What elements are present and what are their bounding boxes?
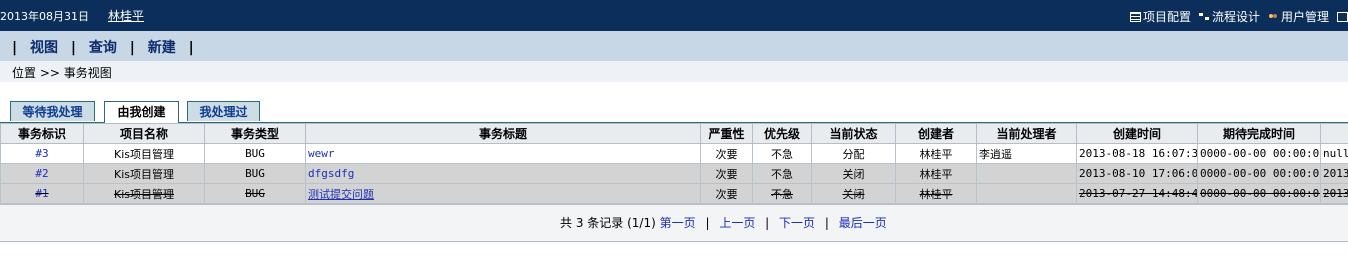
flow-icon: [1198, 12, 1210, 22]
issue-id-link[interactable]: #2: [35, 167, 48, 180]
col-header-priority[interactable]: 优先级: [752, 123, 812, 144]
menu-user-management-label: 用户管理: [1280, 10, 1329, 24]
cell-created-time: 2013-08-10 17:06:02: [1076, 163, 1198, 184]
issue-title-link[interactable]: wewr: [308, 147, 335, 160]
cell-status: 关闭: [811, 183, 896, 204]
table-row: #1 Kis项目管理 BUG 测试提交问题 次要 不急 关闭 林桂平 2013-…: [0, 183, 1348, 204]
cell-title[interactable]: wewr: [305, 143, 701, 164]
breadcrumb: 位置 >> 事务视图: [0, 61, 1348, 82]
nav-separator: |: [70, 40, 76, 56]
menu-project-config[interactable]: 项目配置: [1129, 8, 1191, 25]
col-header-type[interactable]: 事务类型: [204, 123, 306, 144]
cell-priority: 不急: [752, 163, 812, 184]
pagination-bar: 共 3 条记录 (1/1) 第一页 | 上一页 | 下一页 | 最后一页: [0, 204, 1348, 242]
cell-expected-time: 0000-00-00 00:00:00: [1197, 163, 1321, 184]
cell-title[interactable]: 测试提交问题: [305, 183, 701, 204]
col-header-severity[interactable]: 严重性: [700, 123, 753, 144]
menu-flow-design[interactable]: 流程设计: [1198, 8, 1260, 25]
next-page-link[interactable]: 下一页: [779, 216, 815, 230]
cell-severity: 次要: [700, 183, 753, 204]
cell-severity: 次要: [700, 143, 753, 164]
current-date: 2013年08月31日: [0, 10, 89, 23]
config-icon: [1129, 11, 1141, 22]
issue-title-link[interactable]: dfgsdfg: [308, 167, 354, 180]
pager-divider: |: [824, 216, 829, 230]
table-header-row: 事务标识 项目名称 事务类型 事务标题 严重性 优先级 当前状态 创建者 当前处…: [0, 123, 1348, 144]
col-header-id[interactable]: 事务标识: [0, 123, 84, 144]
top-header-bar: 2013年08月31日 林桂平 项目配置 流程设计 用户管理: [0, 0, 1348, 31]
cell-project: Kis项目管理: [83, 183, 205, 204]
table-row: #2 Kis项目管理 BUG dfgsdfg 次要 不急 关闭 林桂平 2013…: [0, 163, 1348, 184]
current-user-link[interactable]: 林桂平: [108, 7, 144, 24]
cell-severity: 次要: [700, 163, 753, 184]
nav-separator: |: [129, 40, 135, 56]
col-header-project[interactable]: 项目名称: [83, 123, 205, 144]
issue-table: 事务标识 项目名称 事务类型 事务标题 严重性 优先级 当前状态 创建者 当前处…: [0, 123, 1348, 204]
breadcrumb-text: 位置 >> 事务视图: [12, 66, 112, 80]
cell-type: BUG: [204, 143, 306, 164]
col-header-extra: [1320, 123, 1348, 144]
issue-title-link[interactable]: 测试提交问题: [308, 188, 374, 201]
cell-creator: 林桂平: [895, 143, 977, 164]
menu-user-management[interactable]: 用户管理: [1268, 8, 1329, 25]
pager-divider: |: [705, 216, 710, 230]
tab-waiting-for-me[interactable]: 等待我处理: [10, 101, 95, 121]
cell-priority: 不急: [752, 183, 812, 204]
issue-id-link[interactable]: #1: [35, 187, 48, 200]
cell-expected-time: 0000-00-00 00:00:00: [1197, 143, 1321, 164]
tab-handled-by-me[interactable]: 我处理过: [187, 101, 260, 121]
last-page-link[interactable]: 最后一页: [839, 216, 887, 230]
cell-id[interactable]: #3: [0, 143, 84, 164]
cell-id[interactable]: #1: [0, 183, 84, 204]
col-header-handler[interactable]: 当前处理者: [976, 123, 1077, 144]
nav-bar: | 视图 | 查询 | 新建 |: [0, 31, 1348, 61]
cell-project: Kis项目管理: [83, 163, 205, 184]
cell-handler: 李逍遥: [976, 143, 1077, 164]
nav-separator: |: [188, 40, 194, 56]
cell-status: 关闭: [811, 163, 896, 184]
pagination-summary: 共 3 条记录 (1/1): [560, 216, 656, 230]
cell-extra: 2013-: [1320, 183, 1348, 204]
col-header-creator[interactable]: 创建者: [895, 123, 977, 144]
cell-extra: 2013-: [1320, 163, 1348, 184]
menu-project-config-label: 项目配置: [1142, 10, 1191, 24]
exit-icon: [1337, 11, 1348, 22]
col-header-expected-time[interactable]: 期待完成时间: [1197, 123, 1321, 144]
cell-title[interactable]: dfgsdfg: [305, 163, 701, 184]
nav-view[interactable]: 视图: [30, 40, 58, 56]
issue-id-link[interactable]: #3: [35, 147, 48, 160]
users-icon: [1268, 12, 1279, 22]
cell-type: BUG: [204, 183, 306, 204]
top-menu: 项目配置 流程设计 用户管理: [1129, 8, 1348, 25]
cell-creator: 林桂平: [895, 183, 977, 204]
table-row: #3 Kis项目管理 BUG wewr 次要 不急 分配 林桂平 李逍遥 201…: [0, 143, 1348, 164]
tab-created-by-me[interactable]: 由我创建: [104, 101, 179, 123]
col-header-status[interactable]: 当前状态: [811, 123, 896, 144]
cell-status: 分配: [811, 143, 896, 164]
nav-new[interactable]: 新建: [148, 40, 176, 56]
prev-page-link[interactable]: 上一页: [719, 216, 755, 230]
col-header-created-time[interactable]: 创建时间: [1076, 123, 1198, 144]
nav-query[interactable]: 查询: [89, 40, 117, 56]
menu-exit[interactable]: [1337, 8, 1348, 25]
tab-strip: 等待我处理 由我创建 我处理过: [0, 101, 1348, 124]
cell-project: Kis项目管理: [83, 143, 205, 164]
cell-id[interactable]: #2: [0, 163, 84, 184]
cell-handler: [976, 163, 1077, 184]
cell-created-time: 2013-08-18 16:07:36: [1076, 143, 1198, 164]
cell-type: BUG: [204, 163, 306, 184]
col-header-title[interactable]: 事务标题: [305, 123, 701, 144]
cell-handler: [976, 183, 1077, 204]
cell-creator: 林桂平: [895, 163, 977, 184]
cell-extra: null: [1320, 143, 1348, 164]
cell-expected-time: 0000-00-00 00:00:00: [1197, 183, 1321, 204]
pager-divider: |: [765, 216, 770, 230]
cell-priority: 不急: [752, 143, 812, 164]
cell-created-time: 2013-07-27 14:48:47: [1076, 183, 1198, 204]
first-page-link[interactable]: 第一页: [660, 216, 696, 230]
nav-separator: |: [12, 40, 18, 56]
menu-flow-design-label: 流程设计: [1211, 10, 1260, 24]
